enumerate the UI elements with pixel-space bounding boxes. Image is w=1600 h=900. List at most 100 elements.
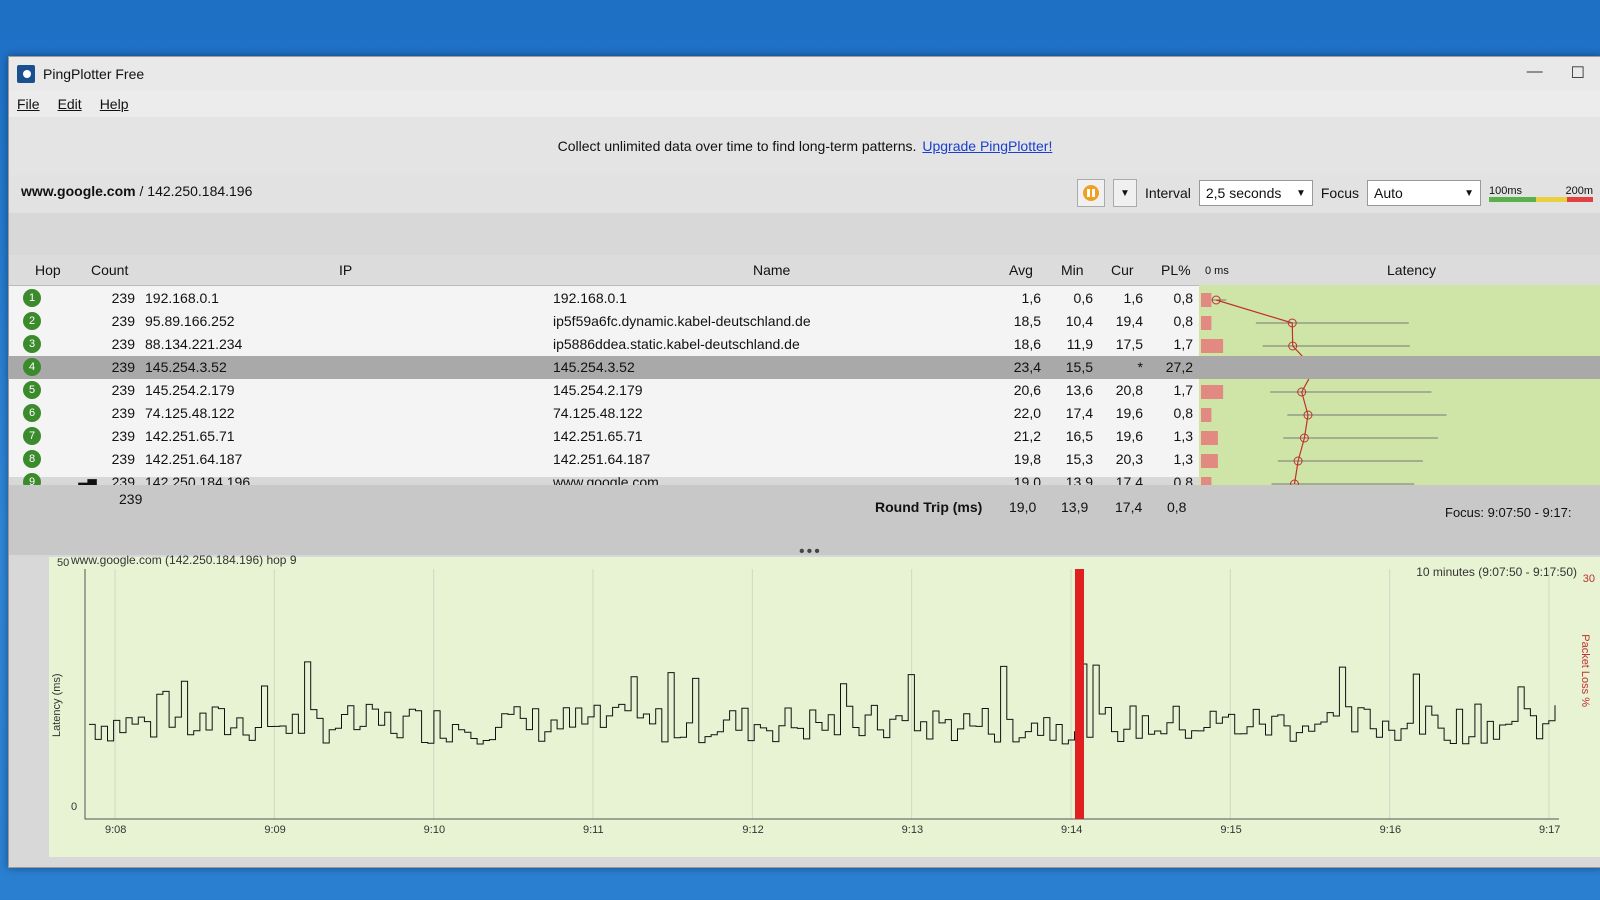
col-pl[interactable]: PL%: [1161, 262, 1191, 278]
summary-pl: 0,8: [1167, 499, 1187, 515]
hop-avg: 20,6: [1013, 382, 1041, 398]
col-zero-ms: 0 ms: [1205, 265, 1229, 277]
col-cur[interactable]: Cur: [1111, 262, 1134, 278]
maximize-icon[interactable]: ☐: [1571, 63, 1585, 83]
table-row[interactable]: 2 239 95.89.166.252 ip5f59a6fc.dynamic.kabe…: [9, 310, 1600, 333]
hop-name: 145.254.3.52: [553, 359, 635, 375]
menu-edit[interactable]: Edit: [58, 96, 82, 112]
upgrade-banner: Collect unlimited data over time to find…: [9, 117, 1600, 175]
table-row[interactable]: 6 239 74.125.48.122 74.125.48.122 22,0 17,4 19…: [9, 402, 1600, 425]
summary-label: Round Trip (ms): [875, 499, 983, 515]
timeline-svg: 9:08 9:09 9:10 9:11 9:12 9:13 9:14 9:15 9:16 9:17: [84, 569, 1560, 836]
hop-avg: 21,2: [1013, 428, 1041, 444]
pause-icon: [1082, 185, 1099, 201]
hop-min: 10,4: [1065, 313, 1093, 329]
hop-pl: 1,7: [1173, 382, 1193, 398]
hop-ip: 88.134.221.234: [145, 336, 243, 352]
interval-label: Interval: [1144, 185, 1191, 201]
window-title: PingPlotter Free: [43, 66, 145, 82]
x-tick-label: 9:17: [1539, 824, 1560, 836]
hop-number: 7: [23, 427, 41, 445]
hop-count: 239: [111, 428, 135, 444]
focus-select[interactable]: Auto ▼: [1367, 180, 1481, 206]
hop-avg: 19,8: [1013, 451, 1041, 467]
col-latency[interactable]: Latency: [1387, 262, 1436, 278]
hop-avg: 18,6: [1013, 336, 1041, 352]
chevron-down-icon: ▼: [1295, 187, 1306, 199]
packet-loss-marker: [1075, 569, 1084, 819]
hop-pl: 1,7: [1173, 336, 1193, 352]
summary-cur: 17,4: [1115, 499, 1143, 515]
table-row[interactable]: 7 239 142.251.65.71 142.251.65.71 21,2 16,5 19…: [9, 425, 1600, 448]
hop-ip: 192.168.0.1: [145, 290, 219, 306]
hop-number: 5: [23, 381, 41, 399]
table-row[interactable]: 3 239 88.134.221.234 ip5886ddea.static.kabe…: [9, 333, 1600, 356]
hop-number: 1: [23, 289, 41, 307]
x-tick-label: 9:13: [902, 824, 923, 836]
hop-pl: 27,2: [1165, 359, 1193, 375]
summary-min: 13,9: [1061, 499, 1089, 515]
target-ip: 142.250.184.196: [147, 183, 253, 199]
table-row[interactable]: 1 239 192.168.0.1 192.168.0.1 1,6 0,6 1,6 0,8: [9, 287, 1600, 310]
hop-min: 11,9: [1066, 336, 1093, 352]
hop-min: 13,6: [1065, 382, 1093, 398]
interval-select[interactable]: 2,5 seconds ▼: [1198, 180, 1313, 206]
col-ip[interactable]: IP: [339, 262, 352, 278]
menu-help[interactable]: Help: [100, 96, 129, 112]
col-hop[interactable]: Hop: [35, 262, 61, 278]
x-tick-label: 9:12: [742, 824, 763, 836]
table-row[interactable]: 8 239 142.251.64.187 142.251.64.187 19,8 15,3…: [9, 448, 1600, 471]
pause-button[interactable]: [1076, 179, 1105, 207]
col-count[interactable]: Count: [91, 262, 128, 278]
hop-avg: 23,4: [1013, 359, 1041, 375]
hop-cur: 19,6: [1115, 405, 1143, 421]
grid-header: Hop Count IP Name Avg Min Cur PL% 0 ms L…: [9, 255, 1600, 286]
hop-number: 4: [23, 358, 41, 376]
summary-count: 239: [119, 491, 143, 507]
col-avg[interactable]: Avg: [1009, 262, 1033, 278]
latency-scale: 100ms 200m: [1489, 185, 1593, 202]
target-host: www.google.com: [21, 183, 136, 199]
table-row[interactable]: 5 239 145.254.2.179 145.254.2.179 20,6 13,6 20…: [9, 379, 1600, 402]
hop-name: 192.168.0.1: [553, 290, 627, 306]
hop-name: 145.254.2.179: [553, 382, 643, 398]
trace-grid: Hop Count IP Name Avg Min Cur PL% 0 ms L…: [9, 255, 1600, 495]
hop-avg: 18,5: [1013, 313, 1041, 329]
hop-ip: 145.254.2.179: [145, 382, 235, 398]
hop-cur: 20,8: [1115, 382, 1143, 398]
hop-min: 15,5: [1065, 359, 1093, 375]
hop-count: 239: [111, 290, 135, 306]
menu-file[interactable]: File: [17, 96, 40, 112]
col-name[interactable]: Name: [753, 262, 790, 278]
x-tick-label: 9:16: [1380, 824, 1401, 836]
x-tick-label: 9:09: [264, 824, 285, 836]
table-row[interactable]: 4 239 145.254.3.52 145.254.3.52 23,4 15,5 * 27,…: [9, 356, 1600, 379]
hop-cur: 19,6: [1115, 428, 1143, 444]
hop-pl: 1,3: [1173, 428, 1193, 444]
scale-200: 200m: [1565, 184, 1593, 197]
col-min[interactable]: Min: [1061, 262, 1084, 278]
hop-cur: 19,4: [1115, 313, 1143, 329]
hop-pl: 1,3: [1173, 451, 1193, 467]
pause-dropdown-button[interactable]: ▼: [1112, 179, 1137, 207]
hop-count: 239: [111, 405, 135, 421]
chart-axis: [84, 569, 1559, 820]
hop-name: ip5886ddea.static.kabel-deutschland.de: [553, 336, 800, 352]
hop-min: 17,4: [1065, 405, 1093, 421]
banner-text: Collect unlimited data over time to find…: [557, 138, 917, 154]
hop-ip: 145.254.3.52: [145, 359, 227, 375]
hop-ip: 142.251.65.71: [145, 428, 235, 444]
hop-pl: 0,8: [1173, 405, 1193, 421]
title-bar: PingPlotter Free — ☐: [9, 57, 1600, 91]
pingplotter-logo-icon: [17, 65, 35, 83]
target-label: www.google.com / 142.250.184.196: [21, 183, 252, 199]
minimize-icon[interactable]: —: [1527, 63, 1543, 83]
hop-number: 2: [23, 312, 41, 330]
hop-number: 8: [23, 450, 41, 468]
upgrade-link[interactable]: Upgrade PingPlotter!: [922, 138, 1052, 154]
focus-value: Auto: [1374, 185, 1403, 201]
app-window: PingPlotter Free — ☐ File Edit Help Coll…: [8, 56, 1600, 868]
hop-number: 6: [23, 404, 41, 422]
hop-count: 239: [111, 336, 135, 352]
x-tick-label: 9:10: [424, 824, 445, 836]
